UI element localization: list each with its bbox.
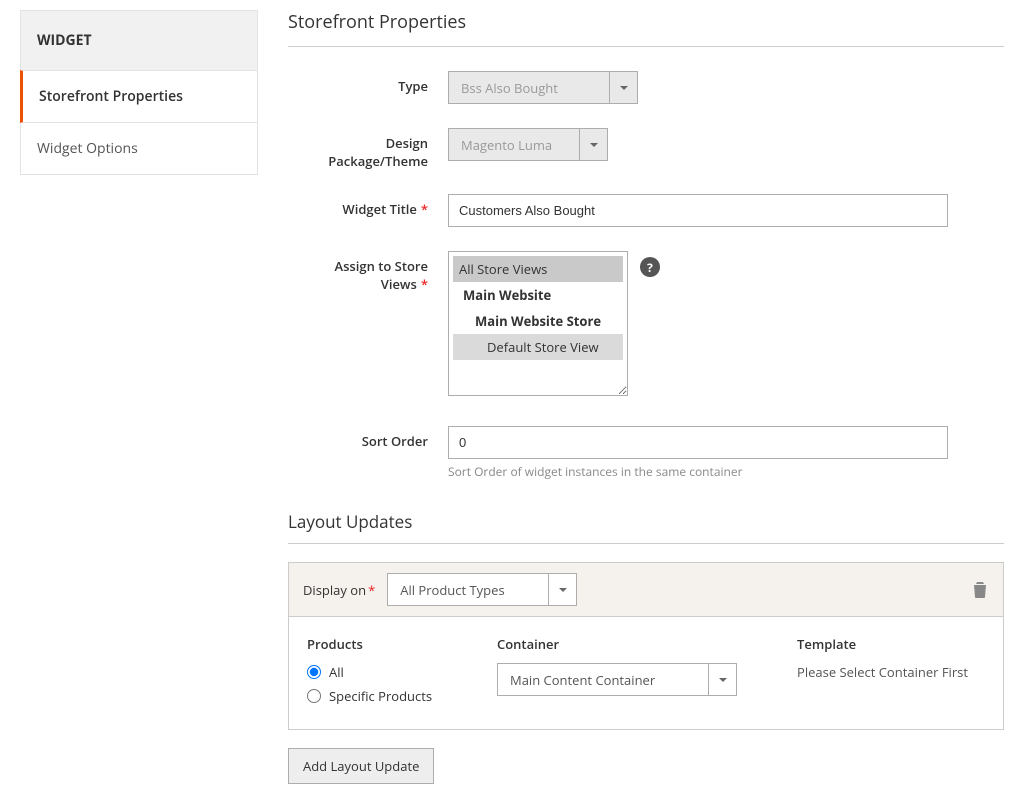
store-view-store: Main Website Store [453, 308, 623, 334]
trash-icon [973, 582, 987, 598]
chevron-down-icon [609, 72, 637, 103]
chevron-down-icon [548, 574, 576, 605]
type-select: Bss Also Bought [448, 71, 638, 104]
layout-updates-title: Layout Updates [288, 510, 1004, 544]
theme-select: Magento Luma [448, 128, 608, 161]
template-col-head: Template [797, 635, 968, 653]
products-col-head: Products [307, 635, 457, 653]
type-label: Type [288, 71, 448, 104]
main-content: Storefront Properties Type Bss Also Boug… [288, 10, 1004, 784]
layout-update-block: Display on* All Product Types Products A… [288, 562, 1004, 730]
products-radio-specific[interactable]: Specific Products [307, 687, 457, 705]
type-value: Bss Also Bought [449, 79, 609, 97]
products-radio-specific-input[interactable] [307, 689, 321, 703]
delete-layout-update-button[interactable] [971, 580, 989, 600]
container-col-head: Container [497, 635, 757, 653]
theme-label: Design Package/Theme [288, 128, 448, 170]
sidebar-header: WIDGET [20, 10, 258, 70]
display-on-label: Display on* [303, 581, 375, 599]
template-text: Please Select Container First [797, 663, 968, 681]
sort-order-label: Sort Order [288, 426, 448, 480]
store-views-select[interactable]: All Store Views Main Website Main Websit… [448, 251, 628, 396]
products-radio-all[interactable]: All [307, 663, 457, 681]
products-radio-all-input[interactable] [307, 665, 321, 679]
sidebar-item-storefront-properties[interactable]: Storefront Properties [20, 70, 258, 123]
sort-order-note: Sort Order of widget instances in the sa… [448, 463, 1004, 480]
chevron-down-icon [579, 129, 607, 160]
display-on-select[interactable]: All Product Types [387, 573, 577, 606]
help-icon[interactable]: ? [640, 257, 660, 277]
widget-title-input[interactable] [448, 194, 948, 227]
sidebar-item-widget-options[interactable]: Widget Options [20, 123, 258, 175]
theme-value: Magento Luma [449, 136, 579, 154]
widget-title-label: Widget Title* [288, 194, 448, 227]
store-views-label: Assign to Store Views* [288, 251, 448, 396]
store-view-default[interactable]: Default Store View [453, 334, 623, 360]
sort-order-input[interactable] [448, 426, 948, 459]
store-view-website: Main Website [453, 282, 623, 308]
chevron-down-icon [708, 664, 736, 695]
section-title: Storefront Properties [288, 10, 1004, 47]
container-value: Main Content Container [498, 671, 708, 689]
display-on-value: All Product Types [388, 581, 548, 599]
store-view-all[interactable]: All Store Views [453, 256, 623, 282]
container-select[interactable]: Main Content Container [497, 663, 737, 696]
sidebar: WIDGET Storefront Properties Widget Opti… [20, 10, 258, 784]
add-layout-update-button[interactable]: Add Layout Update [288, 748, 434, 784]
